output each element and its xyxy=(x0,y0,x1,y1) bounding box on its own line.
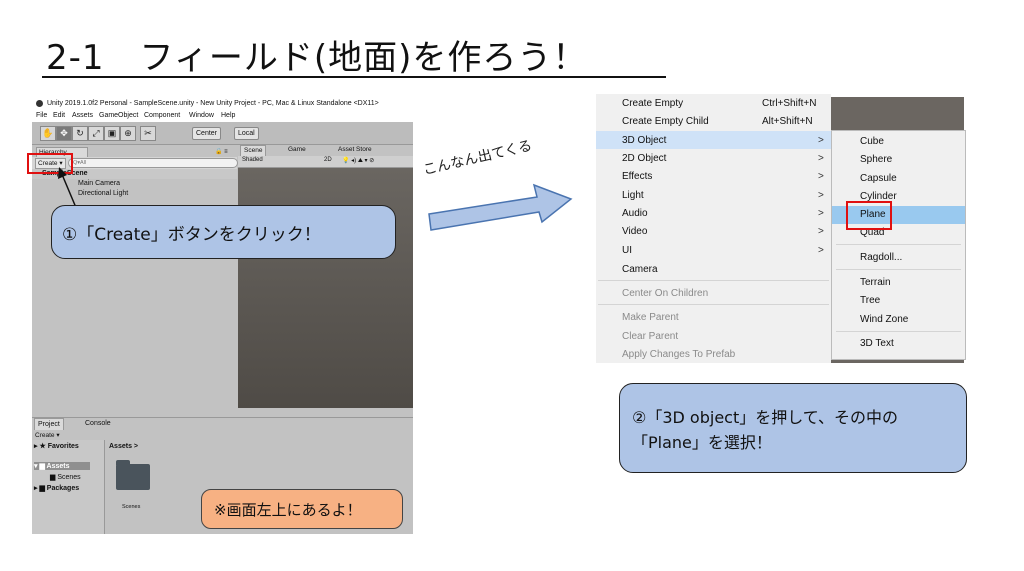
step2-text-line1: ②「3D object」を押して、その中の xyxy=(632,408,898,427)
scale-tool-icon[interactable]: ⤢ xyxy=(88,126,104,141)
lock-icon[interactable]: 🔒 ≡ xyxy=(215,148,228,155)
menu-gameobject[interactable]: GameObject xyxy=(99,110,138,122)
menu-component[interactable]: Component xyxy=(144,110,180,122)
tab-game[interactable]: Game xyxy=(288,146,306,153)
unity-toolbar: ✋ ✥ ↻ ⤢ ▣ ⊕ ✂ Center Local xyxy=(32,122,413,145)
submenu-item-ragdoll[interactable]: Ragdoll... xyxy=(860,252,902,263)
tab-project[interactable]: Project xyxy=(34,418,64,430)
hand-tool-icon[interactable]: ✋ xyxy=(40,126,56,141)
unity-logo-icon xyxy=(36,100,43,107)
menu-item-3d-object[interactable]: 3D Object xyxy=(622,135,666,146)
tab-console[interactable]: Console xyxy=(82,418,114,429)
move-tool-icon[interactable]: ✥ xyxy=(56,126,72,141)
big-arrow xyxy=(428,183,573,231)
menu-edit[interactable]: Edit xyxy=(53,110,65,122)
rect-tool-icon[interactable]: ▣ xyxy=(104,126,120,141)
folder-icon[interactable] xyxy=(116,460,150,490)
menu-assets[interactable]: Assets xyxy=(72,110,93,122)
step2-callout: ②「3D object」を押して、その中の 「Plane」を選択！ xyxy=(619,383,967,473)
submenu-arrow-icon: > xyxy=(818,245,824,256)
menu-item-make-parent: Make Parent xyxy=(622,312,679,323)
pivot-center-button[interactable]: Center xyxy=(192,127,222,140)
menu-item-video[interactable]: Video xyxy=(622,226,647,237)
menu-help[interactable]: Help xyxy=(221,110,235,122)
tree-item-favorites[interactable]: ▸ ★ Favorites xyxy=(34,442,79,450)
submenu-separator xyxy=(836,244,961,245)
scene-toolbar: Shaded 2D 💡 ◂) ⛰ ▾ ⊘ xyxy=(238,156,413,168)
tree-item-packages[interactable]: ▸ ▆ Packages xyxy=(34,484,79,492)
submenu-item-tree[interactable]: Tree xyxy=(860,295,880,306)
2d-toggle[interactable]: 2D xyxy=(324,157,332,163)
location-note: ※画面左上にあるよ！ xyxy=(201,489,403,529)
shortcut-create-empty: Ctrl+Shift+N xyxy=(762,98,817,109)
transform-tool-icon[interactable]: ⊕ xyxy=(120,126,136,141)
title-underline xyxy=(42,76,666,78)
slide-title: 2-1 フィールド(地面)を作ろう！ xyxy=(46,38,588,78)
menu-file[interactable]: File xyxy=(36,110,47,122)
submenu-separator xyxy=(836,269,961,270)
shading-mode-select[interactable]: Shaded xyxy=(242,157,263,163)
menu-item-center-on-children: Center On Children xyxy=(622,288,709,299)
custom-tool-icon[interactable]: ✂ xyxy=(140,126,156,141)
scene-panel: Scene Game Asset Store Shaded 2D 💡 ◂) ⛰ … xyxy=(238,145,413,408)
menu-item-audio[interactable]: Audio xyxy=(622,208,648,219)
menu-item-camera[interactable]: Camera xyxy=(622,264,658,275)
menu-item-effects[interactable]: Effects xyxy=(622,171,652,182)
submenu-item-terrain[interactable]: Terrain xyxy=(860,277,891,288)
step1-text: ①「Create」ボタンをクリック！ xyxy=(62,225,321,245)
submenu-arrow-icon: > xyxy=(818,226,824,237)
unity-titlebar: Unity 2019.1.0f2 Personal - SampleScene.… xyxy=(32,97,413,110)
project-create-button[interactable]: Create ▾ xyxy=(35,431,60,439)
unity-menubar: File Edit Assets GameObject Component Wi… xyxy=(32,110,413,122)
gameobject-create-menu: Create Empty Ctrl+Shift+N Create Empty C… xyxy=(596,94,831,363)
pivot-local-button[interactable]: Local xyxy=(234,127,259,140)
menu-item-create-empty-child[interactable]: Create Empty Child xyxy=(622,116,709,127)
menu-separator xyxy=(598,280,829,281)
submenu-item-sphere[interactable]: Sphere xyxy=(860,154,892,165)
tree-item-assets[interactable]: ▾ ▆ Assets xyxy=(34,462,90,470)
menu-window[interactable]: Window xyxy=(189,110,214,122)
shortcut-create-empty-child: Alt+Shift+N xyxy=(762,116,813,127)
plane-highlight-box xyxy=(846,201,892,230)
lighting-icon[interactable]: 💡 ◂) ⛰ ▾ ⊘ xyxy=(342,157,374,165)
submenu-item-wind-zone[interactable]: Wind Zone xyxy=(860,314,908,325)
menu-separator xyxy=(598,304,829,305)
project-tree: ▸ ★ Favorites ▾ ▆ Assets ▆ Scenes ▸ ▆ Pa… xyxy=(32,440,105,534)
submenu-arrow-icon: > xyxy=(818,208,824,219)
menu-item-ui[interactable]: UI xyxy=(622,245,632,256)
submenu-arrow-icon: > xyxy=(818,135,824,146)
tree-item-scenes[interactable]: ▆ Scenes xyxy=(50,473,81,481)
rotate-tool-icon[interactable]: ↻ xyxy=(72,126,88,141)
submenu-arrow-icon: > xyxy=(818,171,824,182)
menu-item-light[interactable]: Light xyxy=(622,190,644,201)
menu-item-create-empty[interactable]: Create Empty xyxy=(622,98,683,109)
hierarchy-search-input[interactable]: Q▾All xyxy=(68,158,238,168)
hierarchy-item-directional-light[interactable]: Directional Light xyxy=(78,190,128,197)
menu-item-2d-object[interactable]: 2D Object xyxy=(622,153,666,164)
tab-asset-store[interactable]: Asset Store xyxy=(338,146,372,153)
submenu-arrow-icon: > xyxy=(818,153,824,164)
scene-tabs: Scene Game Asset Store xyxy=(238,145,413,156)
unity-editor-screenshot: Unity 2019.1.0f2 Personal - SampleScene.… xyxy=(32,97,413,534)
step2-text-line2: 「Plane」を選択！ xyxy=(632,433,772,452)
submenu-item-cube[interactable]: Cube xyxy=(860,136,884,147)
menu-item-clear-parent: Clear Parent xyxy=(622,331,679,342)
submenu-arrow-icon: > xyxy=(818,190,824,201)
3d-object-submenu: Cube Sphere Capsule Cylinder Plane Quad … xyxy=(831,130,966,360)
assets-breadcrumb[interactable]: Assets > xyxy=(109,443,138,450)
submenu-item-3d-text[interactable]: 3D Text xyxy=(860,338,894,349)
project-tabs: Project Console xyxy=(32,418,413,430)
scene-viewport[interactable] xyxy=(238,168,413,408)
submenu-item-capsule[interactable]: Capsule xyxy=(860,173,897,184)
note-text: ※画面左上にあるよ！ xyxy=(214,501,362,519)
step1-callout: ①「Create」ボタンをクリック！ xyxy=(51,205,396,259)
tab-scene[interactable]: Scene xyxy=(240,145,267,156)
arrow-label: こんなん出てくる xyxy=(421,137,534,179)
folder-label: Scenes xyxy=(122,504,141,510)
submenu-separator xyxy=(836,331,961,332)
menu-item-apply-changes-to-prefab: Apply Changes To Prefab xyxy=(622,349,736,360)
unity-window-title: Unity 2019.1.0f2 Personal - SampleScene.… xyxy=(47,100,379,107)
